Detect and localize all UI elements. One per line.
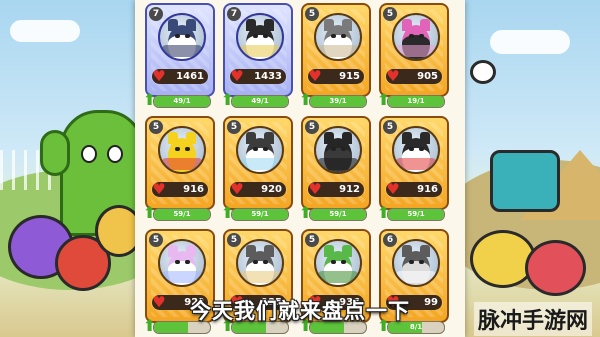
card-frame: 5 ♥ 915 bbox=[301, 3, 371, 97]
progress-text: 19/1 bbox=[407, 97, 425, 105]
heart-icon: ♥ bbox=[308, 67, 322, 85]
hp-display: ♥ 916 bbox=[386, 180, 442, 198]
level-badge: 5 bbox=[305, 7, 319, 21]
character-portrait bbox=[158, 13, 206, 61]
character-card-dark-blue-dog[interactable]: 7 ♥ 1461 ⬆ 49/1 bbox=[143, 3, 215, 109]
character-card-helmet-dog[interactable]: 5 ♥ 915 ⬆ 39/1 bbox=[299, 3, 371, 109]
level-badge: 7 bbox=[227, 7, 241, 21]
level-badge: 5 bbox=[227, 233, 241, 247]
level-badge: 5 bbox=[383, 120, 397, 134]
card-frame: 5 ♥ 916 bbox=[145, 116, 215, 210]
hp-value: 912 bbox=[339, 184, 360, 195]
hp-display: ♥ 912 bbox=[308, 180, 364, 198]
level-badge: 5 bbox=[149, 120, 163, 134]
card-progress-bar: 19/1 bbox=[387, 95, 445, 108]
hp-display: ♥ 1433 bbox=[230, 67, 286, 85]
character-portrait bbox=[236, 239, 284, 287]
progress-text: 59/1 bbox=[329, 210, 347, 218]
card-frame: 5 ♥ 916 bbox=[379, 116, 449, 210]
card-progress-bar: 49/1 bbox=[231, 95, 289, 108]
card-progress-bar: 39/1 bbox=[309, 95, 367, 108]
hp-value: 905 bbox=[417, 71, 438, 82]
card-frame: 5 ♥ 912 bbox=[301, 116, 371, 210]
hp-value: 1461 bbox=[176, 71, 204, 82]
character-portrait bbox=[392, 126, 440, 174]
hp-display: ♥ 1461 bbox=[152, 67, 208, 85]
character-portrait bbox=[314, 126, 362, 174]
character-card-crowned-dog[interactable]: 7 ♥ 1433 ⬆ 49/1 bbox=[221, 3, 293, 109]
progress-text: 39/1 bbox=[329, 97, 347, 105]
level-badge: 6 bbox=[383, 233, 397, 247]
character-portrait bbox=[158, 239, 206, 287]
character-portrait bbox=[392, 13, 440, 61]
hp-value: 916 bbox=[183, 184, 204, 195]
hp-value: 920 bbox=[261, 184, 282, 195]
card-frame: 5 ♥ 920 bbox=[223, 116, 293, 210]
card-frame: 7 ♥ 1433 bbox=[223, 3, 293, 97]
card-progress-bar: 59/1 bbox=[309, 208, 367, 221]
level-badge: 7 bbox=[149, 7, 163, 21]
hp-display: ♥ 920 bbox=[230, 180, 286, 198]
level-badge: 5 bbox=[305, 120, 319, 134]
hp-value: 916 bbox=[417, 184, 438, 195]
card-frame: 7 ♥ 1461 bbox=[145, 3, 215, 97]
card-frame: 5 ♥ 905 bbox=[379, 3, 449, 97]
heart-icon: ♥ bbox=[308, 180, 322, 198]
character-card-pink-dog[interactable]: 5 ♥ 905 ⬆ 19/1 bbox=[377, 3, 449, 109]
character-card-pikachu-dog[interactable]: 5 ♥ 916 ⬆ 59/1 bbox=[143, 116, 215, 222]
character-card-black-dog[interactable]: 5 ♥ 912 ⬆ 59/1 bbox=[299, 116, 371, 222]
progress-text: 59/1 bbox=[251, 210, 269, 218]
hp-display: ♥ 915 bbox=[308, 67, 364, 85]
progress-text: 59/1 bbox=[173, 210, 191, 218]
card-progress-bar: 59/1 bbox=[387, 208, 445, 221]
hp-display: ♥ 916 bbox=[152, 180, 208, 198]
hp-display: ♥ 905 bbox=[386, 67, 442, 85]
site-watermark: 脉冲手游网 bbox=[473, 302, 592, 336]
card-progress-bar: 49/1 bbox=[153, 95, 211, 108]
heart-icon: ♥ bbox=[230, 67, 244, 85]
character-portrait bbox=[392, 239, 440, 287]
level-badge: 5 bbox=[305, 233, 319, 247]
hp-value: 915 bbox=[339, 71, 360, 82]
character-portrait bbox=[236, 13, 284, 61]
card-progress-bar: 59/1 bbox=[231, 208, 289, 221]
character-card-ice-dog[interactable]: 5 ♥ 920 ⬆ 59/1 bbox=[221, 116, 293, 222]
level-badge: 5 bbox=[149, 233, 163, 247]
heart-icon: ♥ bbox=[152, 67, 166, 85]
level-badge: 5 bbox=[383, 7, 397, 21]
card-progress-bar: 59/1 bbox=[153, 208, 211, 221]
heart-icon: ♥ bbox=[230, 180, 244, 198]
heart-icon: ♥ bbox=[386, 180, 400, 198]
character-collection-panel: 7 ♥ 1461 ⬆ 49/1 7 ♥ 1433 ⬆ 49/1 5 ♥ 915 … bbox=[135, 0, 465, 337]
progress-text: 49/1 bbox=[251, 97, 269, 105]
heart-icon: ♥ bbox=[152, 180, 166, 198]
character-portrait bbox=[158, 126, 206, 174]
character-portrait bbox=[314, 239, 362, 287]
character-portrait bbox=[236, 126, 284, 174]
progress-text: 49/1 bbox=[173, 97, 191, 105]
robot-character bbox=[490, 150, 560, 212]
heart-icon: ♥ bbox=[386, 67, 400, 85]
character-card-cap-dog[interactable]: 5 ♥ 916 ⬆ 59/1 bbox=[377, 116, 449, 222]
level-badge: 5 bbox=[227, 120, 241, 134]
hp-value: 1433 bbox=[254, 71, 282, 82]
progress-text: 59/1 bbox=[407, 210, 425, 218]
character-portrait bbox=[314, 13, 362, 61]
